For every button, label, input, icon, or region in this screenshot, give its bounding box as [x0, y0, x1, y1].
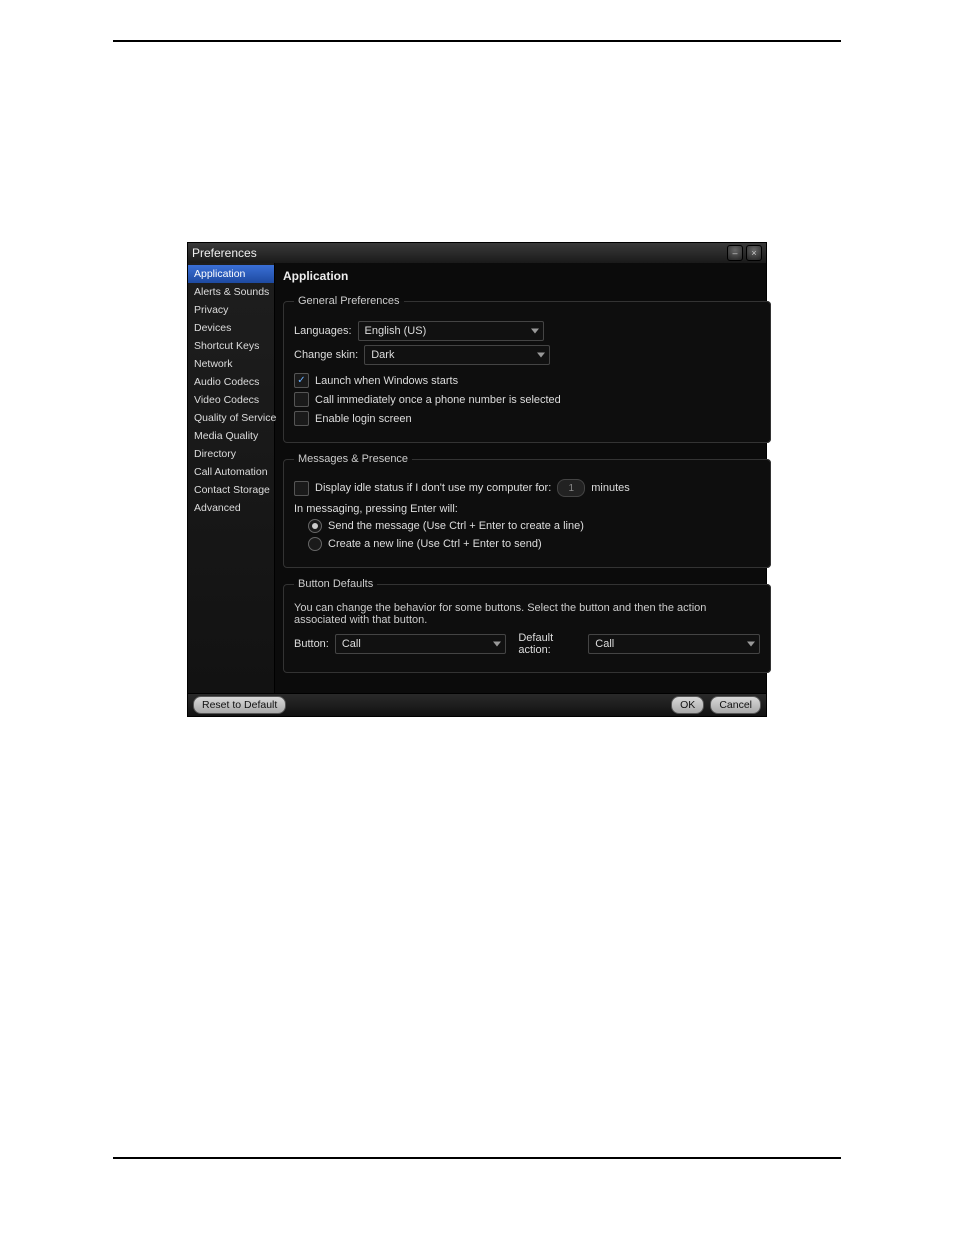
- launch-checkbox[interactable]: [294, 373, 309, 388]
- sidebar-item-network[interactable]: Network: [188, 355, 274, 373]
- sidebar-item-contact-storage[interactable]: Contact Storage: [188, 481, 274, 499]
- call-immediately-checkbox[interactable]: [294, 392, 309, 407]
- group-messages-presence: Messages & Presence Display idle status …: [283, 453, 771, 568]
- idle-label-pre: Display idle status if I don't use my co…: [315, 482, 551, 494]
- skin-value: Dark: [371, 349, 394, 361]
- enable-login-checkbox[interactable]: [294, 411, 309, 426]
- content-panel: Application General Preferences Language…: [275, 263, 779, 693]
- sidebar: Application Alerts & Sounds Privacy Devi…: [188, 263, 275, 693]
- radio-newline-label: Create a new line (Use Ctrl + Enter to s…: [328, 538, 542, 550]
- group-button-defaults: Button Defaults You can change the behav…: [283, 578, 771, 673]
- languages-select[interactable]: English (US): [358, 321, 544, 341]
- default-action-label: Default action:: [518, 632, 582, 656]
- minimize-icon[interactable]: –: [727, 245, 743, 261]
- sidebar-item-quality-of-service[interactable]: Quality of Service: [188, 409, 274, 427]
- footer: Reset to Default OK Cancel: [188, 693, 766, 716]
- chevron-down-icon: [747, 642, 755, 647]
- idle-minutes-input[interactable]: 1: [557, 479, 585, 497]
- radio-create-newline[interactable]: [308, 537, 322, 551]
- preferences-window: Preferences – × Application Alerts & Sou…: [187, 242, 767, 717]
- chevron-down-icon: [531, 329, 539, 334]
- languages-value: English (US): [365, 325, 427, 337]
- sidebar-item-advanced[interactable]: Advanced: [188, 499, 274, 517]
- sidebar-item-video-codecs[interactable]: Video Codecs: [188, 391, 274, 409]
- sidebar-item-alerts-sounds[interactable]: Alerts & Sounds: [188, 283, 274, 301]
- default-action-select[interactable]: Call: [588, 634, 759, 654]
- chevron-down-icon: [493, 642, 501, 647]
- default-action-value: Call: [595, 638, 614, 650]
- launch-label: Launch when Windows starts: [315, 375, 458, 387]
- button-defaults-description: You can change the behavior for some but…: [294, 602, 760, 626]
- chevron-down-icon: [537, 353, 545, 358]
- legend-general: General Preferences: [294, 295, 404, 307]
- legend-button-defaults: Button Defaults: [294, 578, 377, 590]
- radio-send-message[interactable]: [308, 519, 322, 533]
- reset-to-default-button[interactable]: Reset to Default: [193, 696, 286, 714]
- languages-label: Languages:: [294, 325, 352, 337]
- enable-login-label: Enable login screen: [315, 413, 412, 425]
- sidebar-item-privacy[interactable]: Privacy: [188, 301, 274, 319]
- sidebar-item-audio-codecs[interactable]: Audio Codecs: [188, 373, 274, 391]
- sidebar-item-devices[interactable]: Devices: [188, 319, 274, 337]
- panel-heading: Application: [283, 269, 771, 283]
- legend-messages: Messages & Presence: [294, 453, 412, 465]
- button-label: Button:: [294, 638, 329, 650]
- idle-checkbox[interactable]: [294, 481, 309, 496]
- skin-label: Change skin:: [294, 349, 358, 361]
- cancel-button[interactable]: Cancel: [710, 696, 761, 714]
- sidebar-item-call-automation[interactable]: Call Automation: [188, 463, 274, 481]
- button-select[interactable]: Call: [335, 634, 506, 654]
- titlebar: Preferences – ×: [188, 243, 766, 263]
- radio-send-label: Send the message (Use Ctrl + Enter to cr…: [328, 520, 584, 532]
- group-general-preferences: General Preferences Languages: English (…: [283, 295, 771, 443]
- sidebar-item-media-quality[interactable]: Media Quality: [188, 427, 274, 445]
- idle-label-post: minutes: [591, 482, 630, 494]
- window-title: Preferences: [192, 246, 257, 260]
- call-immediately-label: Call immediately once a phone number is …: [315, 394, 561, 406]
- sidebar-item-directory[interactable]: Directory: [188, 445, 274, 463]
- sidebar-item-application[interactable]: Application: [188, 265, 274, 283]
- sidebar-item-shortcut-keys[interactable]: Shortcut Keys: [188, 337, 274, 355]
- button-select-value: Call: [342, 638, 361, 650]
- enter-behavior-heading: In messaging, pressing Enter will:: [294, 503, 760, 515]
- close-icon[interactable]: ×: [746, 245, 762, 261]
- skin-select[interactable]: Dark: [364, 345, 550, 365]
- ok-button[interactable]: OK: [671, 696, 704, 714]
